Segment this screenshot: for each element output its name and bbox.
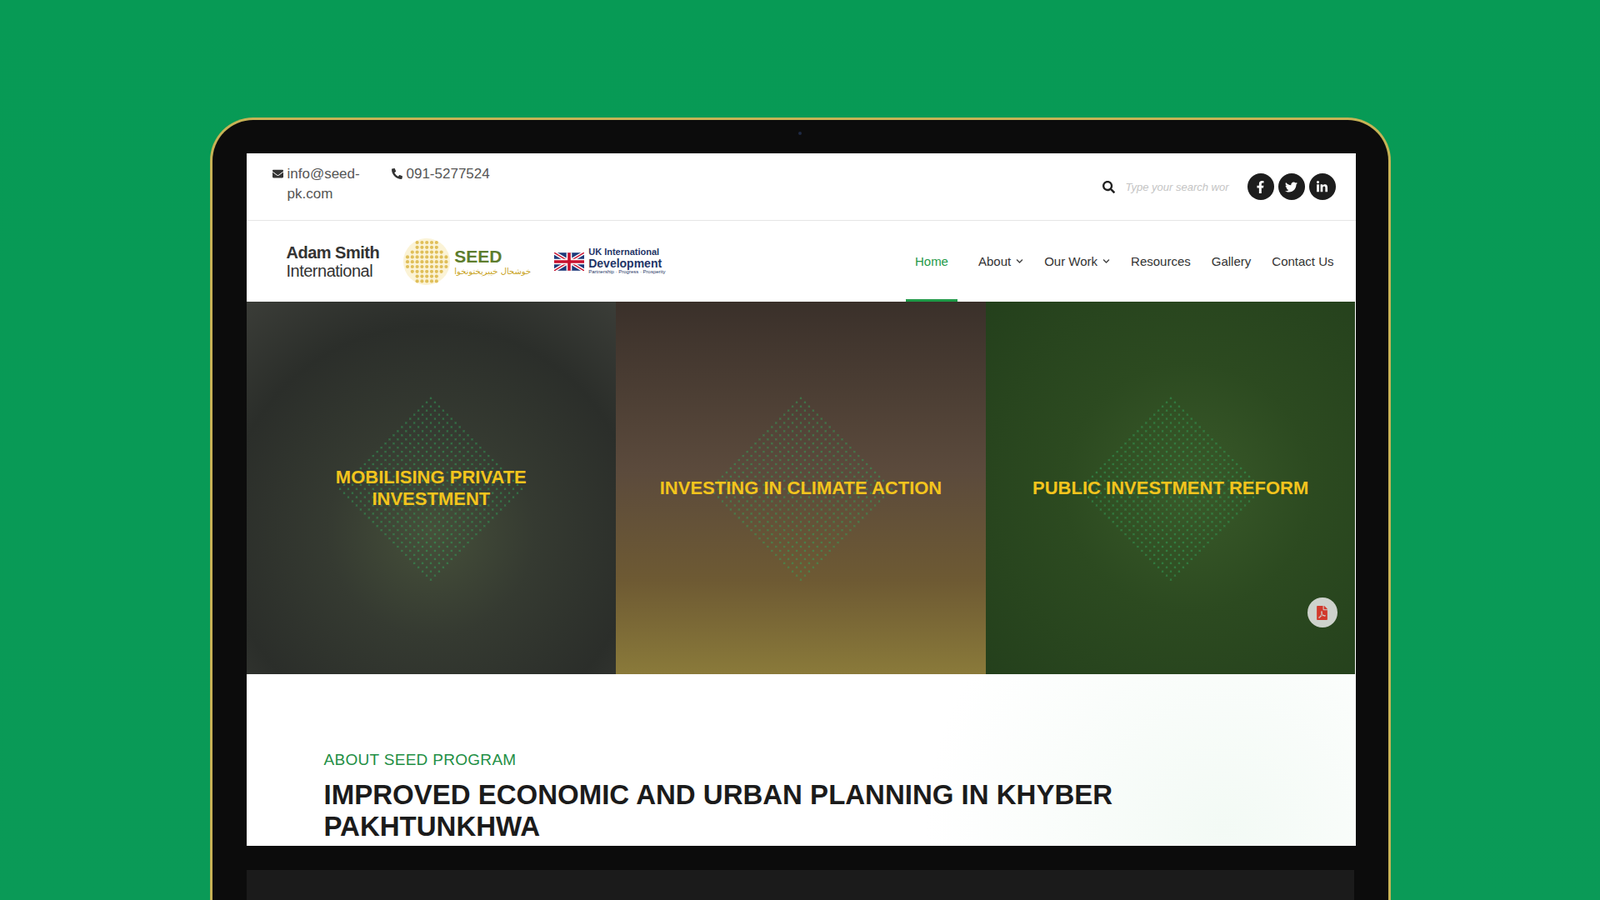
laptop-frame: info@seed-pk.com 091-5277524 Type your sea…: [210, 117, 1391, 900]
seed-name: SEED: [454, 246, 531, 266]
seed-tagline: خوشحال خیبرپختونخوا: [454, 266, 531, 276]
nav-item[interactable]: Contact Us: [1271, 220, 1334, 302]
chevron-down-icon: [1015, 257, 1024, 265]
hero-title: MOBILISING PRIVATE INVESTMENT: [280, 466, 581, 510]
facebook-icon: [1254, 180, 1267, 194]
hero-panel[interactable]: MOBILISING PRIVATE INVESTMENT: [246, 301, 617, 675]
twitter-icon: [1285, 180, 1298, 194]
uk-logo[interactable]: UK InternationalDevelopmentPartnership ·…: [554, 247, 665, 275]
nav-item[interactable]: Our Work: [1044, 220, 1110, 302]
envelope-icon: [272, 168, 284, 180]
linkedin-link[interactable]: [1309, 173, 1336, 200]
nav-item[interactable]: Resources: [1130, 220, 1191, 302]
pdf-button[interactable]: [1307, 597, 1338, 628]
uk-flag-icon: [554, 252, 585, 271]
chevron-down-icon: [1102, 257, 1110, 265]
about-section: ABOUT SEED PROGRAM IMPROVED ECONOMIC AND …: [246, 674, 1356, 846]
twitter-link[interactable]: [1278, 173, 1305, 200]
uk-text: UK InternationalDevelopmentPartnership ·…: [588, 247, 665, 275]
seed-logo-icon: [402, 237, 451, 286]
adam-smith-logo[interactable]: Adam SmithInternational: [286, 243, 380, 280]
hero-title: PUBLIC INVESTMENT REFORM: [1032, 477, 1309, 500]
seed-logo[interactable]: SEEDخوشحال خیبرپختونخوا: [402, 237, 531, 286]
logo-line: Adam Smith: [286, 243, 380, 262]
about-label: ABOUT SEED PROGRAM: [324, 750, 1323, 770]
camera: [798, 131, 802, 135]
hero-panel[interactable]: INVESTING IN CLIMATE ACTION: [615, 301, 986, 675]
nav-item[interactable]: About: [978, 220, 1024, 302]
hero-panel[interactable]: PUBLIC INVESTMENT REFORM: [985, 301, 1356, 675]
logo-line: International: [286, 261, 380, 280]
pdf-icon: [1315, 605, 1330, 620]
about-heading: IMPROVED ECONOMIC AND URBAN PLANNING IN …: [324, 779, 1116, 843]
uk-tagline: Partnership · Progress · Prosperity: [588, 269, 665, 275]
phone-text: 091-5277524: [406, 164, 490, 185]
logo-group: Adam SmithInternational SEEDخوشحال خیبرپخ…: [286, 237, 666, 286]
search-icon[interactable]: [1102, 180, 1115, 194]
facebook-link[interactable]: [1247, 173, 1275, 200]
phone-contact[interactable]: 091-5277524: [391, 164, 490, 185]
hero: MOBILISING PRIVATE INVESTMENT INVESTING I…: [246, 301, 1356, 675]
main-nav: Home About Our Work Resources Gallery Contact…: [905, 220, 1335, 302]
header: Adam SmithInternational SEEDخوشحال خیبرپخ…: [246, 220, 1356, 302]
page: info@seed-pk.com 091-5277524 Type your sea…: [0, 0, 1600, 900]
nav-item[interactable]: Home: [905, 220, 958, 302]
screen: info@seed-pk.com 091-5277524 Type your sea…: [246, 153, 1356, 846]
uk-line: UK International: [588, 247, 665, 258]
search-placeholder[interactable]: Type your search wor: [1125, 180, 1229, 194]
phone-icon: [391, 168, 403, 180]
seed-text: SEEDخوشحال خیبرپختونخوا: [454, 246, 531, 275]
hero-title: INVESTING IN CLIMATE ACTION: [660, 477, 943, 500]
email-contact[interactable]: info@seed-pk.com: [272, 164, 371, 205]
nav-item[interactable]: Gallery: [1211, 220, 1252, 302]
social-links: [1247, 173, 1336, 200]
laptop-bezel: [246, 870, 1355, 900]
uk-line: Development: [588, 257, 665, 270]
email-text: info@seed-pk.com: [287, 164, 371, 205]
linkedin-icon: [1315, 180, 1329, 194]
top-bar: info@seed-pk.com 091-5277524 Type your sea…: [246, 153, 1356, 221]
search-box[interactable]: Type your search wor: [1102, 180, 1229, 194]
